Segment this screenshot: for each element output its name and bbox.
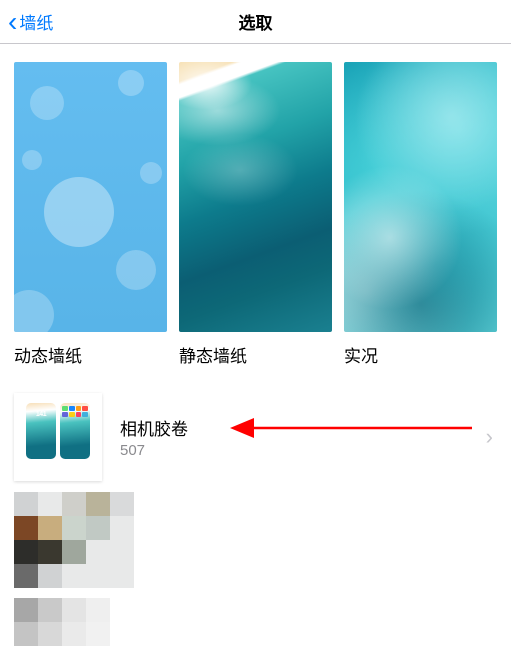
album-text: 相机胶卷 507 [120,415,486,459]
category-live[interactable]: 实况 [344,62,497,367]
category-label: 实况 [344,342,497,367]
category-dynamic[interactable]: 动态墙纸 [14,62,167,367]
album-thumbnail [14,393,102,481]
chevron-right-icon: › [486,424,493,450]
navigation-bar: ‹ 墙纸 选取 [0,0,511,44]
back-label: 墙纸 [19,9,53,34]
live-wallpaper-thumbnail [344,62,497,332]
album-camera-roll[interactable]: 相机胶卷 507 › [0,383,511,491]
redacted-album-thumbnail[interactable] [14,598,110,646]
redacted-album-thumbnail[interactable] [14,492,134,588]
category-label: 静态墙纸 [179,342,332,367]
wallpaper-categories: 动态墙纸 静态墙纸 实况 [0,44,511,377]
category-label: 动态墙纸 [14,342,167,367]
album-count: 507 [120,442,486,459]
chevron-left-icon: ‹ [8,8,17,36]
category-stills[interactable]: 静态墙纸 [179,62,332,367]
album-name: 相机胶卷 [120,415,486,440]
page-title: 选取 [239,9,273,34]
homescreen-preview-icon [60,403,90,459]
lockscreen-preview-icon [26,403,56,459]
back-button[interactable]: ‹ 墙纸 [8,8,53,36]
dynamic-wallpaper-thumbnail [14,62,167,332]
stills-wallpaper-thumbnail [179,62,332,332]
